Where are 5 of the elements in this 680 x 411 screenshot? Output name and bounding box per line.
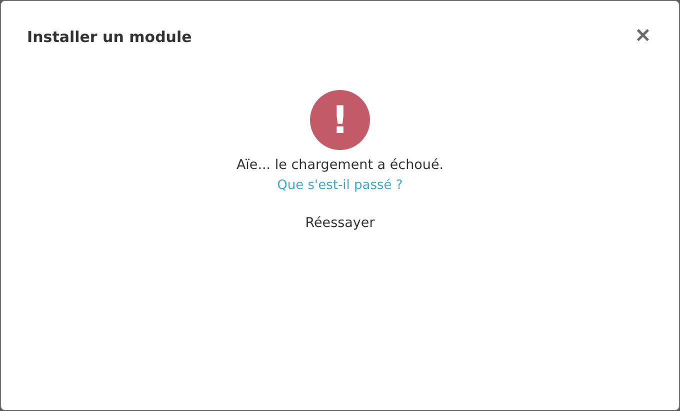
retry-button[interactable]: Réessayer	[297, 211, 383, 235]
error-message: Aïe... le chargement a échoué.	[236, 157, 444, 173]
dialog-title: Installer un module	[27, 28, 192, 46]
close-button[interactable]: ✕	[635, 27, 651, 46]
error-icon: !	[310, 90, 370, 150]
